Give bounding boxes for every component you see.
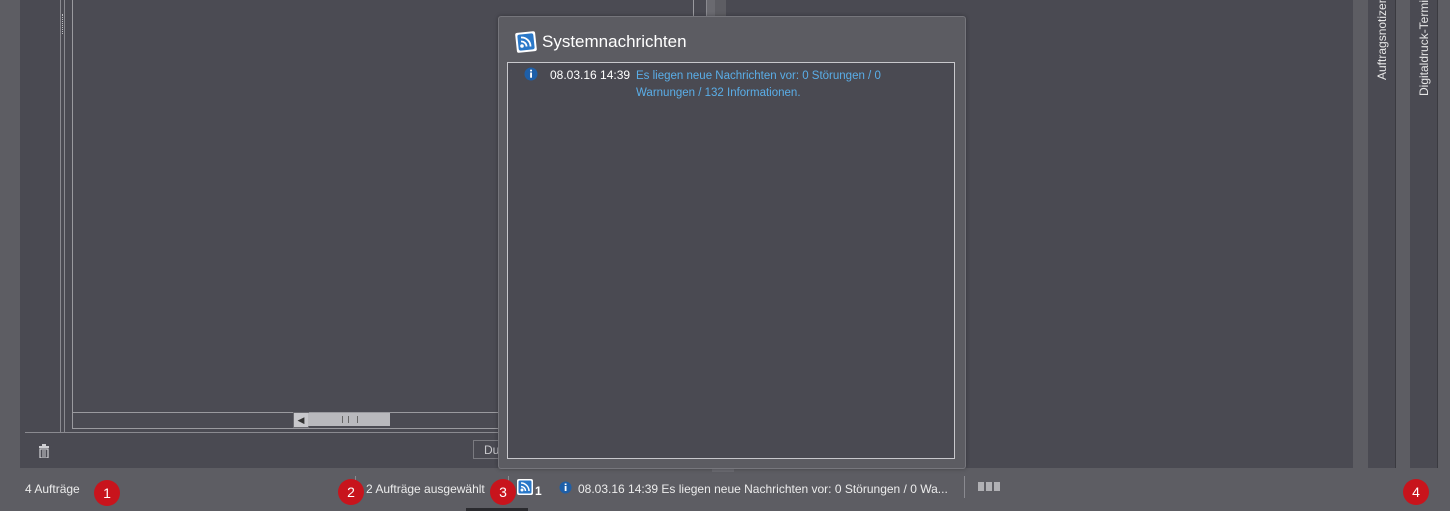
info-icon: [524, 67, 538, 81]
callout-2: 2: [338, 479, 364, 505]
rss-feed-icon[interactable]: [516, 478, 534, 496]
popup-title: Systemnachrichten: [542, 32, 687, 51]
splitter-grip[interactable]: [62, 14, 67, 34]
splitter[interactable]: [60, 0, 65, 432]
info-icon: [559, 481, 572, 494]
selected-jobs: 2 Aufträge ausgewählt: [366, 482, 485, 496]
horizontal-scrollbar[interactable]: [72, 412, 504, 429]
job-count: 4 Aufträge: [25, 482, 80, 496]
message-time: 08.03.16 14:39: [550, 68, 631, 82]
divider: [25, 432, 503, 433]
callout-3: 3: [490, 479, 516, 505]
rss-feed-icon: [514, 31, 538, 53]
tab-digitaldruck-termine[interactable]: Digitaldruck-Termine: [1410, 0, 1438, 468]
message-list[interactable]: [507, 62, 955, 459]
callout-4: 4: [1403, 479, 1429, 505]
scrollbar-thumb-grip: [342, 416, 358, 423]
right-edge: [1440, 0, 1450, 468]
status-message[interactable]: 08.03.16 14:39 Es liegen neue Nachrichte…: [578, 482, 948, 496]
tab-auftragsnotizen[interactable]: Auftragsnotizen: [1368, 0, 1396, 468]
message-text[interactable]: Es liegen neue Nachrichten vor: 0 Störun…: [636, 68, 906, 102]
callout-1: 1: [94, 480, 120, 506]
grid-icon[interactable]: [978, 482, 1004, 492]
message-count: 1: [535, 484, 542, 498]
trash-icon[interactable]: [38, 444, 50, 459]
status-separator: [964, 476, 965, 498]
scroll-left-icon[interactable]: ◀: [293, 412, 309, 428]
